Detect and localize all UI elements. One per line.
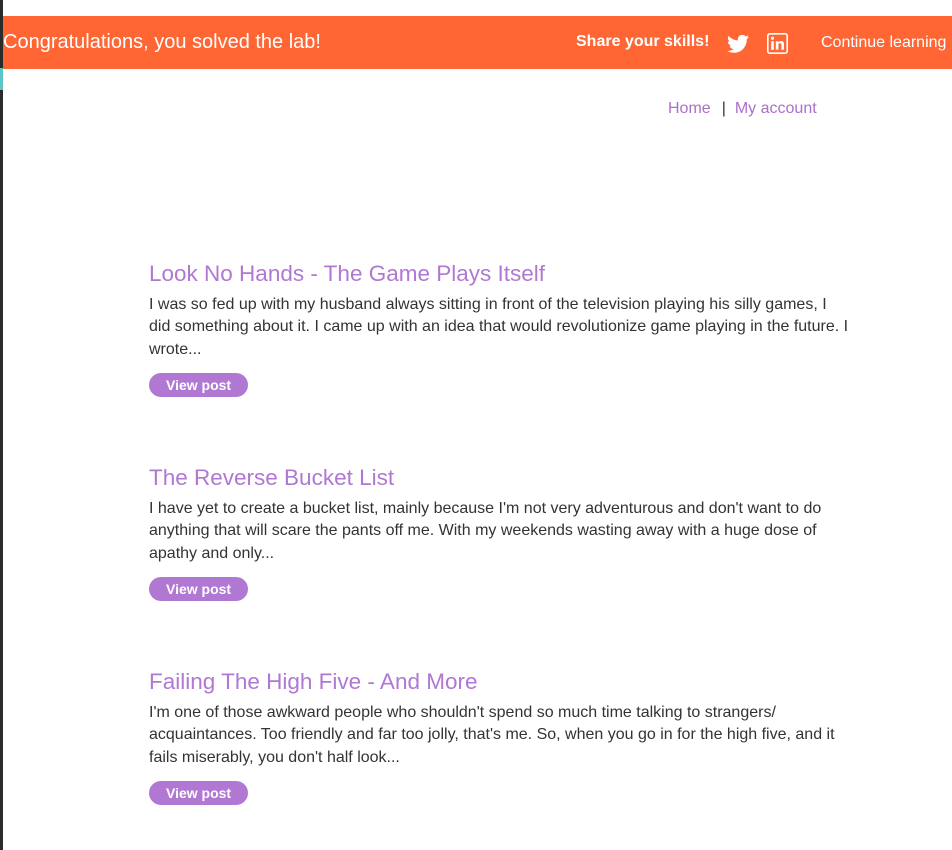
nav-separator: | (721, 100, 726, 117)
view-post-button[interactable]: View post (149, 373, 249, 398)
window-edge-accent (0, 68, 3, 90)
blog-post: The Reverse Bucket List I have yet to cr… (149, 464, 851, 602)
post-summary: I have yet to create a bucket list, main… (149, 500, 822, 562)
view-post-button[interactable]: View post (149, 577, 249, 602)
post-summary: I'm one of those awkward people who shou… (149, 704, 835, 766)
nav-my-account-link[interactable]: My account (735, 100, 817, 117)
continue-learning-link[interactable]: Continue learning (821, 34, 946, 52)
lab-solved-banner: Congratulations, you solved the lab! Sha… (3, 16, 952, 69)
share-skills-label: Share your skills! (576, 33, 710, 50)
banner-message: Congratulations, you solved the lab! (3, 31, 321, 53)
post-summary: I was so fed up with my husband always s… (149, 296, 849, 358)
twitter-icon[interactable] (727, 34, 749, 54)
blog-post: Failing The High Five - And More I'm one… (149, 668, 851, 806)
top-nav: Home | My account (668, 100, 817, 118)
linkedin-icon[interactable] (767, 33, 788, 54)
window-left-edge (0, 0, 3, 850)
post-title[interactable]: Look No Hands - The Game Plays Itself (149, 260, 851, 288)
view-post-button[interactable]: View post (149, 781, 249, 806)
top-strip (3, 0, 952, 16)
post-title[interactable]: Failing The High Five - And More (149, 668, 851, 696)
post-title[interactable]: The Reverse Bucket List (149, 464, 851, 492)
blog-post: Look No Hands - The Game Plays Itself I … (149, 260, 851, 398)
nav-home-link[interactable]: Home (668, 100, 711, 117)
